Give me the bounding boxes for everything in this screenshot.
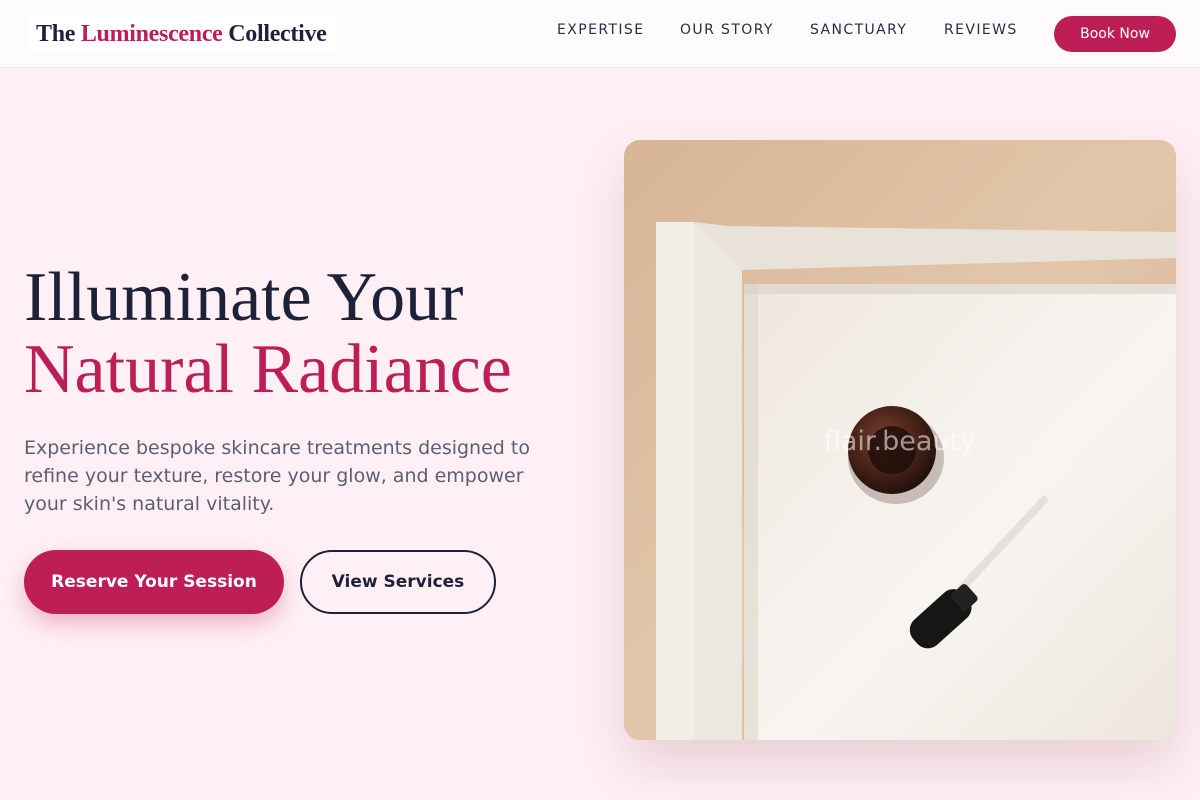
- top-navigation: The Luminescence Collective EXPERTISE OU…: [0, 0, 1200, 68]
- logo-prefix: The: [36, 20, 76, 47]
- logo-suffix: Collective: [228, 20, 327, 47]
- headline-line-1: Illuminate Your: [24, 259, 464, 336]
- headline-line-2: Natural Radiance: [24, 331, 512, 408]
- hero-description: Experience bespoke skincare treatments d…: [24, 437, 530, 515]
- nav-link-expertise[interactable]: EXPERTISE: [557, 22, 644, 44]
- image-watermark: flair.beauty: [823, 426, 977, 457]
- nav-link-our-story[interactable]: OUR STORY: [680, 22, 774, 44]
- view-services-button[interactable]: View Services: [300, 550, 496, 614]
- book-now-button[interactable]: Book Now: [1054, 16, 1176, 52]
- hero-headline: Illuminate Your Natural Radiance: [24, 262, 512, 406]
- brand-logo[interactable]: The Luminescence Collective: [26, 16, 337, 52]
- reserve-session-button[interactable]: Reserve Your Session: [24, 550, 284, 614]
- nav-link-reviews[interactable]: REVIEWS: [944, 22, 1018, 44]
- hero-image: flair.beauty: [624, 140, 1176, 740]
- nav-link-sanctuary[interactable]: SANCTUARY: [810, 22, 907, 44]
- logo-accent: Luminescence: [80, 20, 223, 47]
